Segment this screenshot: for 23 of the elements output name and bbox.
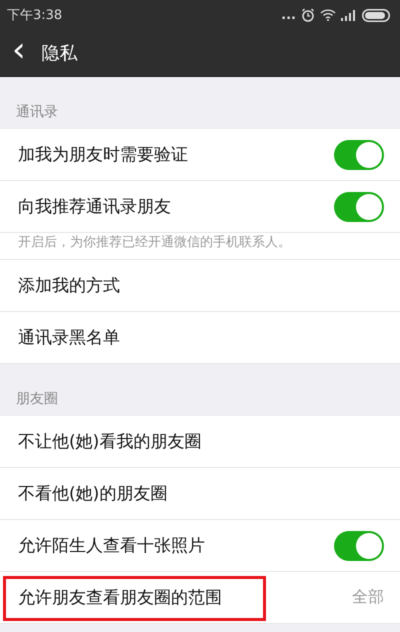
toggle-switch[interactable] bbox=[334, 140, 384, 170]
section-header: 朋友圈 bbox=[16, 390, 58, 408]
row-label: 加我为朋友时需要验证 bbox=[18, 144, 188, 166]
more-dots: ... bbox=[281, 8, 296, 22]
row-label: 向我推荐通讯录朋友 bbox=[18, 196, 171, 218]
alarm-icon bbox=[301, 8, 315, 22]
row-label: 不看他(她)的朋友圈 bbox=[18, 483, 168, 505]
row-label: 通讯录黑名单 bbox=[18, 327, 120, 349]
battery-icon bbox=[362, 8, 390, 22]
row-label: 允许朋友查看朋友圈的范围 bbox=[18, 587, 222, 609]
row-value: 全部 bbox=[352, 587, 384, 608]
wifi-icon bbox=[320, 9, 336, 21]
section-header: 通讯录 bbox=[16, 103, 58, 121]
row-label: 添加我的方式 bbox=[18, 275, 120, 297]
toggle-switch[interactable] bbox=[334, 530, 384, 560]
back-button[interactable]: ‹ bbox=[0, 33, 34, 73]
row-label: 不让他(她)看我的朋友圈 bbox=[18, 431, 202, 453]
hint-text: 开启后，为你推荐已经开通微信的手机联系人。 bbox=[18, 234, 291, 251]
page-title: 隐私 bbox=[42, 42, 78, 65]
row-label: 允许陌生人查看十张照片 bbox=[18, 535, 205, 557]
signal-icon bbox=[341, 9, 357, 21]
status-time: 下午3:38 bbox=[7, 7, 62, 24]
toggle-switch[interactable] bbox=[334, 192, 384, 222]
